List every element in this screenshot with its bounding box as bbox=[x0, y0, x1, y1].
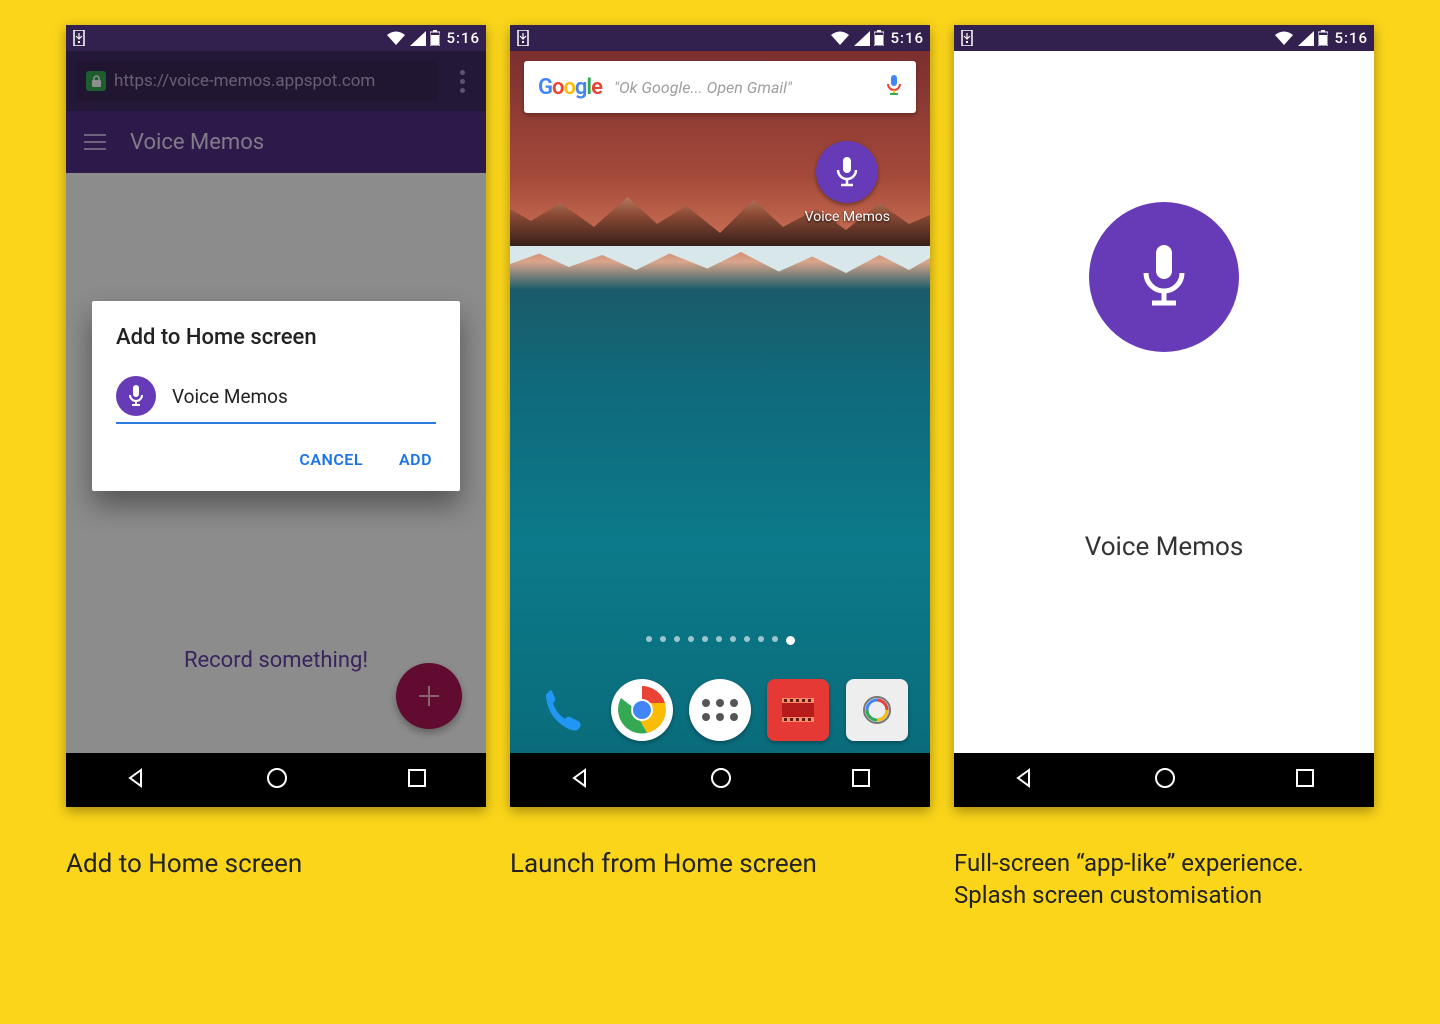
system-icon bbox=[960, 30, 974, 46]
page-dot bbox=[674, 636, 680, 642]
android-navbar bbox=[510, 753, 930, 807]
voice-memos-shortcut[interactable]: Voice Memos bbox=[805, 141, 890, 225]
dialog-title: Add to Home screen bbox=[116, 325, 436, 350]
clock: 5:16 bbox=[446, 29, 480, 47]
wifi-icon bbox=[1274, 31, 1294, 46]
camera-app-icon[interactable] bbox=[846, 679, 908, 741]
back-button[interactable] bbox=[125, 767, 147, 793]
phone-app-icon[interactable] bbox=[532, 679, 594, 741]
caption-3: Full-screen “app-like” experience. Splas… bbox=[954, 847, 1374, 912]
splash-title: Voice Memos bbox=[1085, 532, 1244, 562]
voice-search-icon[interactable] bbox=[886, 74, 902, 100]
android-navbar bbox=[66, 753, 486, 807]
signal-icon bbox=[1298, 31, 1314, 46]
mic-icon bbox=[816, 141, 878, 203]
recents-button[interactable] bbox=[851, 768, 871, 792]
app-drawer-icon[interactable] bbox=[689, 679, 751, 741]
page-dot bbox=[730, 636, 736, 642]
captions-row: Add to Home screen Launch from Home scre… bbox=[50, 847, 1390, 912]
browser-screen: https://voice-memos.appspot.com Voice Me… bbox=[66, 51, 486, 753]
page-dot bbox=[688, 636, 694, 642]
status-bar: 5:16 bbox=[954, 25, 1374, 51]
video-app-icon[interactable] bbox=[767, 679, 829, 741]
google-logo: Google bbox=[538, 75, 602, 100]
launcher-screen[interactable]: Google "Ok Google... Open Gmail" Voice M… bbox=[510, 51, 930, 753]
back-button[interactable] bbox=[569, 767, 591, 793]
system-icon bbox=[516, 30, 530, 46]
home-button[interactable] bbox=[1153, 766, 1177, 794]
signal-icon bbox=[410, 31, 426, 46]
page-dot bbox=[772, 636, 778, 642]
phone-splash-screen: 5:16 Voice Memos bbox=[954, 25, 1374, 807]
status-bar: 5:16 bbox=[66, 25, 486, 51]
battery-icon bbox=[430, 30, 440, 46]
caption-2: Launch from Home screen bbox=[510, 847, 930, 912]
clock: 5:16 bbox=[890, 29, 924, 47]
page-dot bbox=[702, 636, 708, 642]
page-dot bbox=[660, 636, 666, 642]
chrome-app-icon[interactable] bbox=[611, 679, 673, 741]
back-button[interactable] bbox=[1013, 767, 1035, 793]
page-dot bbox=[786, 636, 795, 645]
recents-button[interactable] bbox=[1295, 768, 1315, 792]
google-search-widget[interactable]: Google "Ok Google... Open Gmail" bbox=[524, 61, 916, 113]
android-navbar bbox=[954, 753, 1374, 807]
shortcut-name-input[interactable]: Voice Memos bbox=[172, 385, 436, 408]
page-dot bbox=[758, 636, 764, 642]
home-button[interactable] bbox=[265, 766, 289, 794]
splash-mic-icon bbox=[1089, 202, 1239, 352]
page-dot bbox=[646, 636, 652, 642]
wallpaper-foam bbox=[510, 246, 930, 276]
shortcut-label: Voice Memos bbox=[805, 209, 890, 225]
phone-add-to-home: 5:16 https://voice-memos.appspot.com Voi… bbox=[66, 25, 486, 807]
cancel-button[interactable]: CANCEL bbox=[295, 442, 367, 477]
dock bbox=[510, 679, 930, 741]
app-mic-icon bbox=[116, 376, 156, 416]
status-bar: 5:16 bbox=[510, 25, 930, 51]
recents-button[interactable] bbox=[407, 768, 427, 792]
home-button[interactable] bbox=[709, 766, 733, 794]
system-icon bbox=[72, 30, 86, 46]
phone-home-screen: 5:16 Google "Ok Google... Open Gmail" Vo… bbox=[510, 25, 930, 807]
splash-screen: Voice Memos bbox=[954, 51, 1374, 753]
add-button[interactable]: ADD bbox=[395, 442, 436, 477]
battery-icon bbox=[874, 30, 884, 46]
add-to-home-dialog: Add to Home screen Voice Memos CANCEL AD… bbox=[92, 301, 460, 491]
wifi-icon bbox=[830, 31, 850, 46]
page-indicator bbox=[510, 636, 930, 645]
clock: 5:16 bbox=[1334, 29, 1368, 47]
battery-icon bbox=[1318, 30, 1328, 46]
page-dot bbox=[716, 636, 722, 642]
search-hint: "Ok Google... Open Gmail" bbox=[614, 78, 874, 97]
wifi-icon bbox=[386, 31, 406, 46]
signal-icon bbox=[854, 31, 870, 46]
caption-1: Add to Home screen bbox=[66, 847, 486, 912]
page-dot bbox=[744, 636, 750, 642]
